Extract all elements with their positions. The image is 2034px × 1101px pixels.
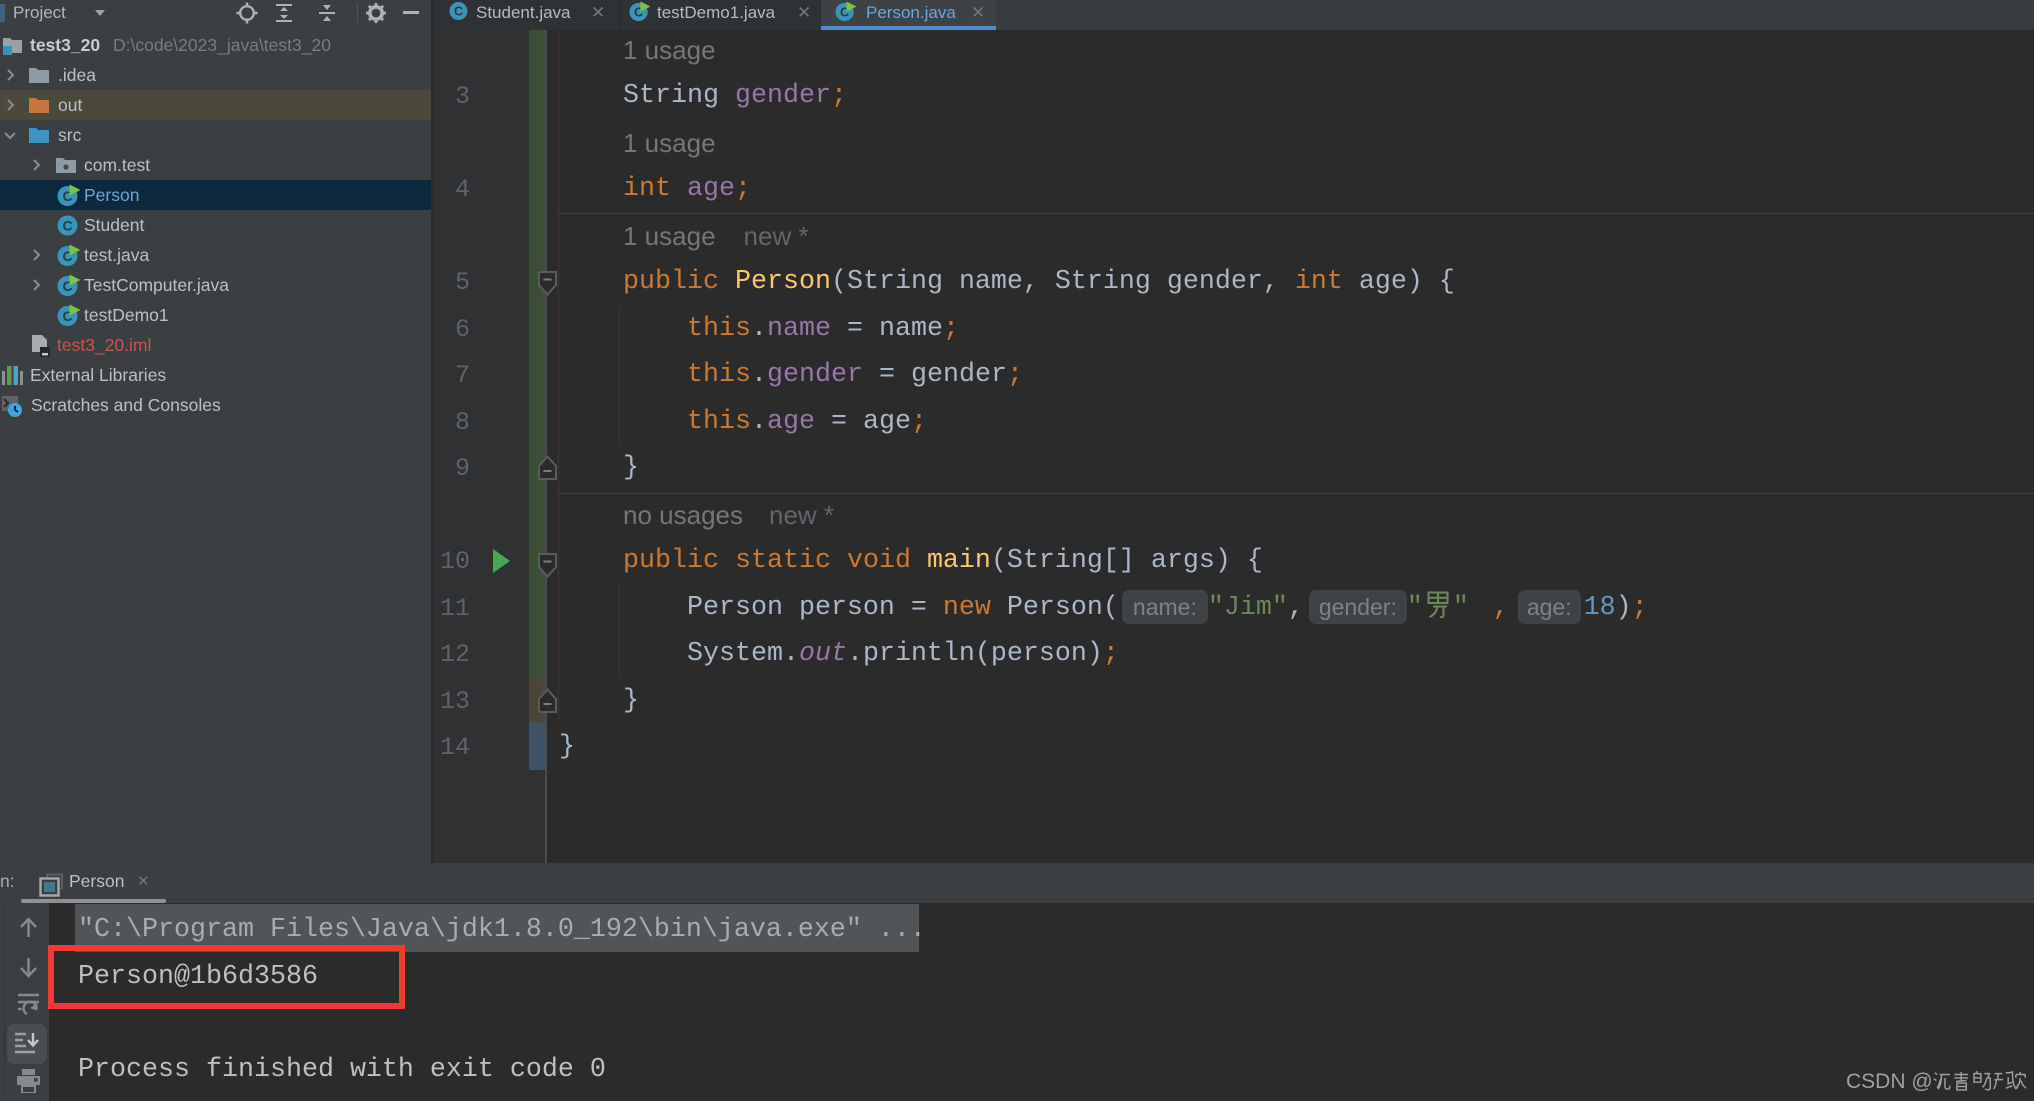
svg-text:C: C [454,5,463,19]
svg-text:C: C [62,218,72,234]
